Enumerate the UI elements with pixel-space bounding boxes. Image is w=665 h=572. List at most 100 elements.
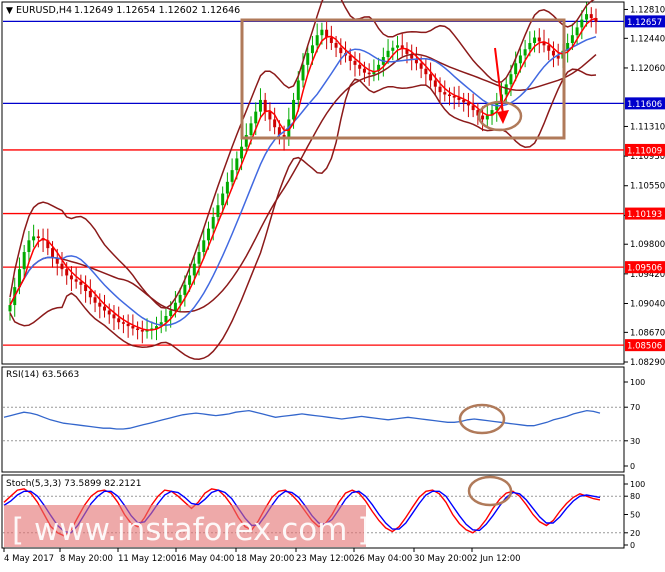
price-tick-label: 1.08290 — [630, 358, 665, 368]
stoch-tick-label: 100 — [630, 480, 645, 489]
candle-body — [320, 29, 324, 36]
candle-body — [386, 50, 390, 58]
stoch-tick-label: 0 — [630, 541, 635, 550]
x-tick-label: 11 May 12:00 — [118, 554, 176, 564]
x-tick-label: 4 May 2017 — [4, 554, 54, 564]
candle-body — [36, 236, 40, 238]
candle-body — [485, 115, 489, 120]
candle-body — [551, 50, 555, 56]
candle-body — [329, 37, 333, 43]
candle-body — [419, 63, 423, 69]
x-tick-label: 18 May 20:00 — [236, 554, 294, 564]
candle-body — [202, 240, 206, 253]
x-tick-label: 23 May 12:00 — [296, 554, 354, 564]
candle-body — [362, 68, 366, 73]
candle-body — [433, 80, 437, 87]
price-tick-label: 1.12440 — [630, 34, 665, 44]
candle-body — [188, 275, 192, 285]
candle-body — [310, 45, 314, 54]
candle-body — [514, 63, 518, 75]
candle-body — [32, 236, 36, 241]
candle-body — [296, 80, 300, 100]
candle-body — [221, 193, 225, 206]
candle-body — [126, 323, 130, 327]
candle-body — [216, 205, 220, 217]
candle-body — [60, 263, 64, 270]
stoch-tick-label: 80 — [630, 492, 640, 501]
candle-body — [258, 99, 262, 112]
candle-body — [93, 297, 97, 303]
candle-body — [254, 111, 258, 124]
candle-body — [429, 74, 433, 81]
candle-body — [178, 294, 182, 303]
level-label: 1.08506 — [627, 342, 662, 352]
candle-body — [504, 84, 508, 95]
price-tick-label: 1.09040 — [630, 300, 665, 310]
x-tick-label: 8 May 20:00 — [60, 554, 113, 564]
rsi-panel — [1, 366, 625, 473]
candle-body — [206, 228, 210, 241]
candle-body — [575, 27, 579, 36]
candle-body — [481, 115, 485, 120]
candle-body — [249, 123, 253, 136]
x-tick-label: 16 May 04:00 — [176, 554, 234, 564]
x-axis: 4 May 2017 8 May 20:00 11 May 12:00 16 May … — [3, 548, 521, 564]
candle-body — [523, 49, 527, 56]
candle-body — [22, 252, 26, 270]
candle-body — [69, 275, 73, 280]
candle-body — [315, 35, 319, 46]
candle-body — [140, 330, 144, 332]
down-triangle-icon: ▼ — [6, 6, 13, 16]
candle-body — [240, 146, 244, 159]
candle-body — [334, 42, 338, 48]
stoch-tick-label: 20 — [630, 529, 640, 538]
candle-body — [396, 45, 400, 48]
candle-body — [183, 284, 187, 295]
candle-body — [367, 72, 371, 75]
candle-body — [27, 240, 31, 253]
candle-body — [173, 302, 177, 311]
candle-body — [509, 74, 513, 85]
candle-body — [585, 14, 589, 20]
price-tick-label: 1.12810 — [630, 5, 665, 15]
price-tick-label: 1.10550 — [630, 182, 665, 192]
rsi-tick-label: 0 — [630, 462, 635, 471]
stoch-title: Stoch(5,3,3) 73.5899 82.2121 — [6, 479, 141, 489]
candle-body — [197, 252, 201, 264]
candle-body — [235, 158, 239, 171]
candle-body — [103, 306, 107, 311]
chart-svg: ▼ EURUSD,H4 1.12649 1.12654 1.12602 1.12… — [1, 0, 665, 564]
candle-body — [339, 47, 343, 54]
candle-body — [306, 53, 310, 65]
candle-body — [580, 19, 584, 28]
candle-body — [518, 55, 522, 64]
symbol-header: EURUSD,H4 — [16, 5, 72, 16]
candle-body — [353, 60, 357, 65]
candle-body — [301, 64, 305, 81]
candle-body — [358, 64, 362, 69]
level-label: 1.12657 — [627, 18, 662, 28]
candle-body — [424, 68, 428, 75]
candle-body — [74, 279, 78, 282]
candle-body — [537, 37, 541, 42]
candle-body — [273, 119, 277, 128]
x-tick-label: 30 May 20:00 — [414, 554, 472, 564]
candle-body — [211, 216, 215, 229]
level-label: 1.09506 — [627, 264, 662, 274]
candle-body — [117, 318, 121, 323]
candle-body — [292, 99, 296, 120]
stoch-tick-label: 50 — [630, 511, 640, 520]
candle-body — [263, 99, 267, 112]
level-label: 1.10193 — [627, 210, 662, 220]
candle-body — [547, 45, 551, 51]
candle-body — [533, 37, 537, 43]
candle-body — [136, 328, 140, 331]
rsi-tick-label: 70 — [630, 403, 640, 412]
rsi-tick-label: 30 — [630, 437, 640, 446]
candle-body — [268, 111, 272, 120]
price-tick-label: 1.09800 — [630, 240, 665, 250]
x-tick-label: 2 Jun 12:00 — [472, 554, 521, 564]
candle-body — [169, 310, 173, 316]
candle-body — [131, 326, 135, 329]
price-tick-label: 1.11310 — [630, 122, 665, 132]
